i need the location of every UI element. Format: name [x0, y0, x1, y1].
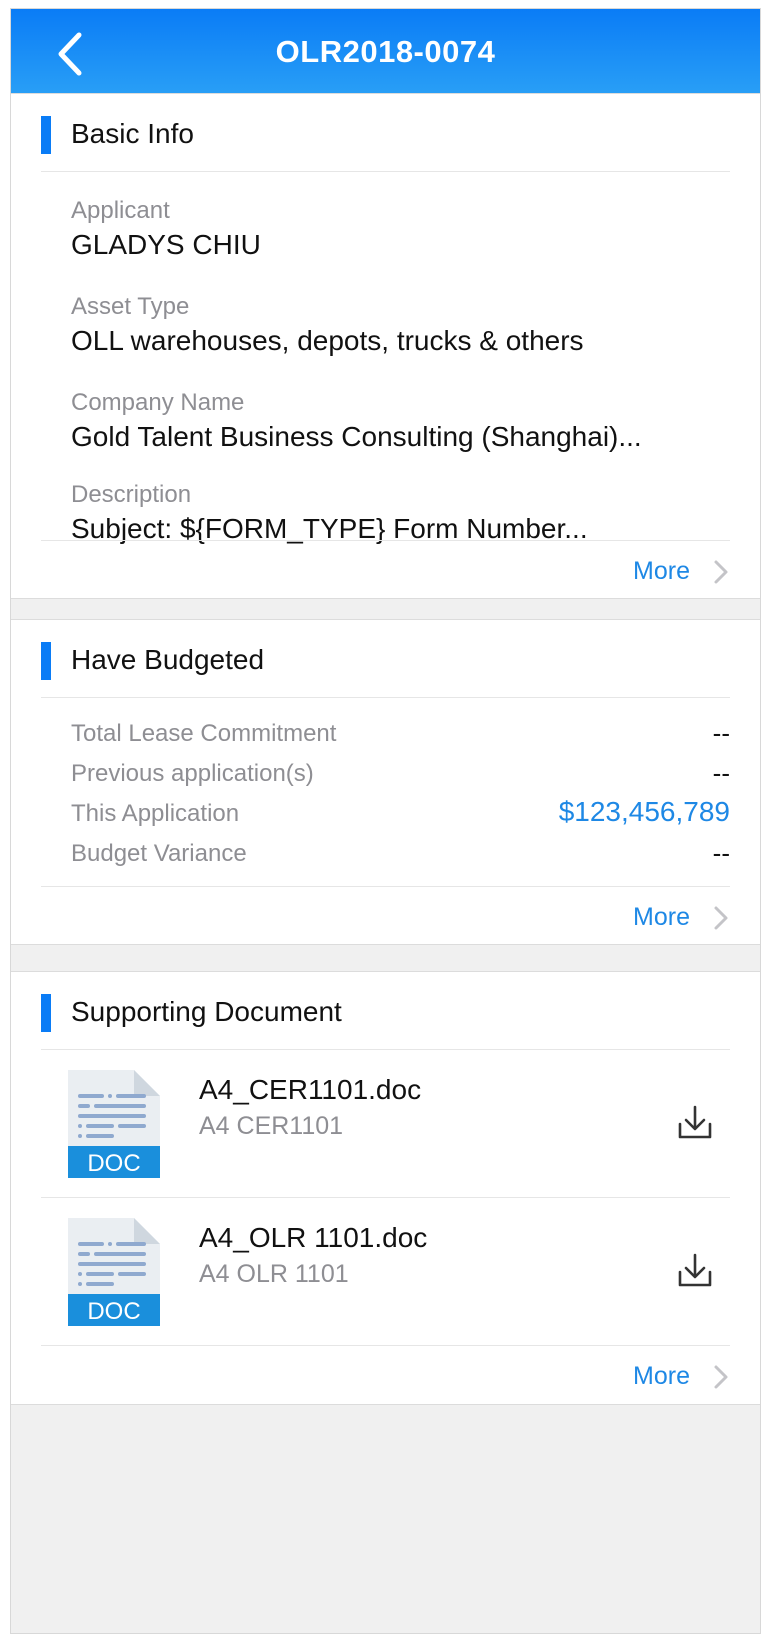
- section-title: Supporting Document: [71, 996, 342, 1027]
- total-lease-commitment-label: Total Lease Commitment: [71, 720, 337, 747]
- company-name-label: Company Name: [71, 389, 245, 416]
- applicant-label: Applicant: [71, 197, 170, 224]
- section-accent-bar: [41, 642, 51, 680]
- download-icon[interactable]: [678, 1104, 712, 1140]
- asset-type-label: Asset Type: [71, 293, 190, 320]
- documents-card: Supporting Document DOC A4_CER1101.doc A…: [11, 971, 760, 1405]
- document-name: A4_CER1101.doc: [199, 1074, 422, 1105]
- section-accent-bar: [41, 116, 51, 154]
- nav-bar: OLR2018-0074: [11, 9, 760, 97]
- budget-more-row[interactable]: More: [41, 886, 730, 946]
- document-item[interactable]: DOC A4_OLR 1101.doc A4 OLR 1101: [41, 1198, 730, 1346]
- budget-variance-value: --: [712, 838, 730, 868]
- budget-variance-label: Budget Variance: [71, 840, 247, 867]
- company-name-value: Gold Talent Business Consulting (Shangha…: [71, 421, 642, 452]
- more-link[interactable]: More: [633, 1362, 690, 1391]
- doc-badge-text: DOC: [87, 1298, 140, 1325]
- previous-applications-label: Previous application(s): [71, 760, 314, 787]
- section-title: Basic Info: [71, 118, 194, 149]
- page-title: OLR2018-0074: [275, 34, 496, 69]
- section-accent-bar: [41, 994, 51, 1032]
- more-link[interactable]: More: [633, 557, 690, 586]
- doc-badge-text: DOC: [87, 1150, 140, 1177]
- documents-more-row[interactable]: More: [41, 1346, 730, 1406]
- document-item[interactable]: DOC A4_CER1101.doc A4 CER1101: [41, 1050, 730, 1198]
- budget-card: Have Budgeted Total Lease Commitment -- …: [11, 619, 760, 945]
- previous-applications-value: --: [712, 758, 730, 788]
- budget-header: Have Budgeted: [41, 620, 730, 698]
- basic-info-card: Basic Info Applicant GLADYS CHIU Asset T…: [11, 93, 760, 599]
- document-description: A4 CER1101: [199, 1112, 344, 1140]
- section-title: Have Budgeted: [71, 644, 265, 675]
- chevron-right-icon: [714, 1365, 728, 1389]
- asset-type-value: OLL warehouses, depots, trucks & others: [71, 325, 584, 356]
- download-icon[interactable]: [678, 1252, 712, 1288]
- app-screen: OLR2018-0074 Basic Info Applicant GLADYS…: [10, 8, 761, 1634]
- description-label: Description: [71, 481, 192, 508]
- chevron-right-icon: [714, 906, 728, 930]
- more-link[interactable]: More: [633, 903, 690, 932]
- total-lease-commitment-value: --: [712, 718, 730, 748]
- basic-info-more-row[interactable]: More: [41, 540, 730, 600]
- basic-info-header: Basic Info: [41, 94, 730, 172]
- documents-header: Supporting Document: [41, 972, 730, 1050]
- document-description: A4 OLR 1101: [199, 1260, 349, 1288]
- this-application-label: This Application: [71, 800, 240, 827]
- doc-file-icon: DOC: [68, 1070, 160, 1178]
- this-application-value: $123,456,789: [558, 796, 730, 827]
- doc-file-icon: DOC: [68, 1218, 160, 1326]
- document-name: A4_OLR 1101.doc: [199, 1222, 428, 1253]
- chevron-right-icon: [714, 560, 728, 584]
- applicant-value: GLADYS CHIU: [71, 229, 261, 260]
